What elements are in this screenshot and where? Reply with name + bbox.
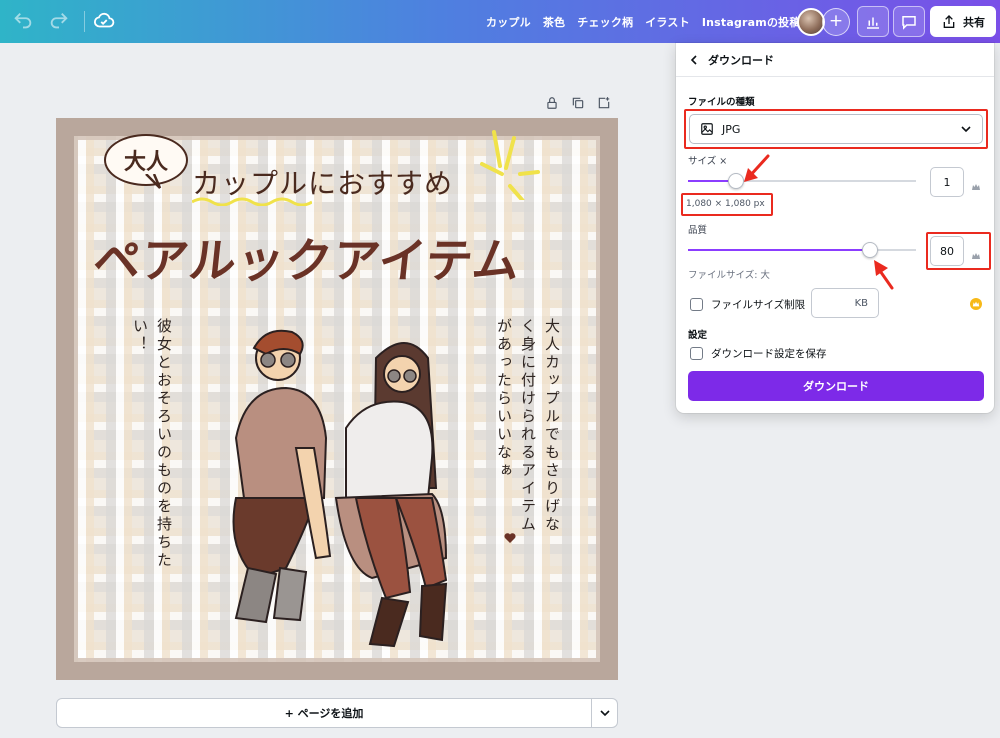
- quality-slider-fill: [688, 249, 870, 251]
- tag-illust[interactable]: イラスト: [645, 14, 690, 30]
- add-page-button[interactable]: + ページを追加: [56, 698, 592, 728]
- design-canvas[interactable]: 大人 カップルにおすすめ ペアルックアイテム 彼女とおそろいのものを持ちたい！ …: [56, 118, 618, 680]
- chevron-down-icon: [961, 126, 971, 133]
- chevron-down-icon: [599, 710, 610, 717]
- file-type-label: ファイルの種類: [688, 97, 755, 108]
- image-icon: [701, 123, 713, 135]
- heart-icon: [504, 533, 516, 543]
- tag-check[interactable]: チェック柄: [577, 14, 633, 30]
- add-page-icon[interactable]: [597, 95, 611, 109]
- file-size-limit-row[interactable]: ファイルサイズ制限: [690, 297, 805, 312]
- invite-plus-button[interactable]: +: [822, 8, 850, 36]
- avatar[interactable]: [797, 8, 825, 36]
- file-size-limit-label: ファイルサイズ制限: [711, 299, 806, 311]
- download-panel: ダウンロード ファイルの種類 JPG サイズ × 1 1,080 × 1,080…: [676, 43, 994, 413]
- quality-label: 品質: [688, 225, 708, 236]
- save-settings-row[interactable]: ダウンロード設定を保存: [690, 346, 827, 361]
- bar-chart-icon: [867, 17, 879, 29]
- quality-slider[interactable]: [688, 242, 918, 258]
- dimensions-text: 1,080 × 1,080 px: [686, 199, 765, 209]
- cloud-saved-icon[interactable]: [93, 10, 115, 32]
- bubble-text: 大人: [123, 150, 168, 175]
- comment-icon: [902, 15, 916, 30]
- size-slider[interactable]: [688, 173, 918, 189]
- save-settings-label: ダウンロード設定を保存: [711, 348, 827, 360]
- design-tags: カップル 茶色 チェック柄 イラスト Instagramの投稿: [486, 0, 801, 43]
- tag-brown[interactable]: 茶色: [543, 14, 565, 30]
- top-toolbar: カップル 茶色 チェック柄 イラスト Instagramの投稿 + 共有: [0, 0, 1000, 43]
- comment-button[interactable]: [893, 6, 925, 37]
- file-size-hint: ファイルサイズ: 大: [688, 270, 770, 281]
- main-title: ペアルックアイテム: [90, 234, 524, 289]
- size-input[interactable]: 1: [930, 167, 964, 197]
- duplicate-icon[interactable]: [571, 95, 585, 109]
- tag-instagram[interactable]: Instagramの投稿: [702, 14, 801, 30]
- right-vertical-text: 大人カップルでもさりげなく身に付けられるアイテムがあったらいいなぁ: [495, 318, 561, 534]
- subtitle-underline: [192, 197, 312, 206]
- save-settings-checkbox[interactable]: [690, 347, 703, 360]
- undo-icon[interactable]: [12, 10, 34, 32]
- settings-label: 設定: [688, 330, 708, 341]
- download-button[interactable]: ダウンロード: [688, 371, 984, 401]
- share-label: 共有: [963, 15, 985, 29]
- share-upload-icon: [943, 14, 955, 28]
- add-page-dropdown[interactable]: [592, 698, 618, 728]
- size-slider-thumb[interactable]: [728, 173, 744, 189]
- share-button[interactable]: 共有: [930, 6, 996, 37]
- file-size-limit-checkbox[interactable]: [690, 298, 703, 311]
- couple-illustration: [232, 329, 448, 648]
- file-size-kb-input[interactable]: KB: [811, 288, 879, 318]
- speech-bubble-tail: [145, 174, 162, 189]
- crown-icon: [971, 246, 981, 259]
- insights-button[interactable]: [857, 6, 889, 37]
- download-panel-header[interactable]: ダウンロード: [676, 43, 994, 77]
- quality-input[interactable]: 80: [930, 236, 964, 266]
- download-panel-title: ダウンロード: [708, 53, 774, 67]
- file-type-select[interactable]: JPG: [689, 114, 983, 144]
- back-chevron-icon[interactable]: [688, 54, 700, 66]
- pro-crown-icon: [970, 298, 982, 310]
- lock-icon[interactable]: [545, 95, 559, 109]
- file-type-value: JPG: [722, 122, 741, 136]
- quality-slider-thumb[interactable]: [862, 242, 878, 258]
- left-vertical-text: 彼女とおそろいのものを持ちたい！: [131, 318, 173, 570]
- size-label: サイズ ×: [688, 156, 728, 167]
- redo-icon[interactable]: [48, 10, 70, 32]
- page-tools: [545, 95, 611, 109]
- crown-icon: [971, 177, 981, 190]
- toolbar-divider: [84, 11, 85, 32]
- sparkle-lines: [480, 130, 540, 200]
- tag-couple[interactable]: カップル: [486, 14, 531, 30]
